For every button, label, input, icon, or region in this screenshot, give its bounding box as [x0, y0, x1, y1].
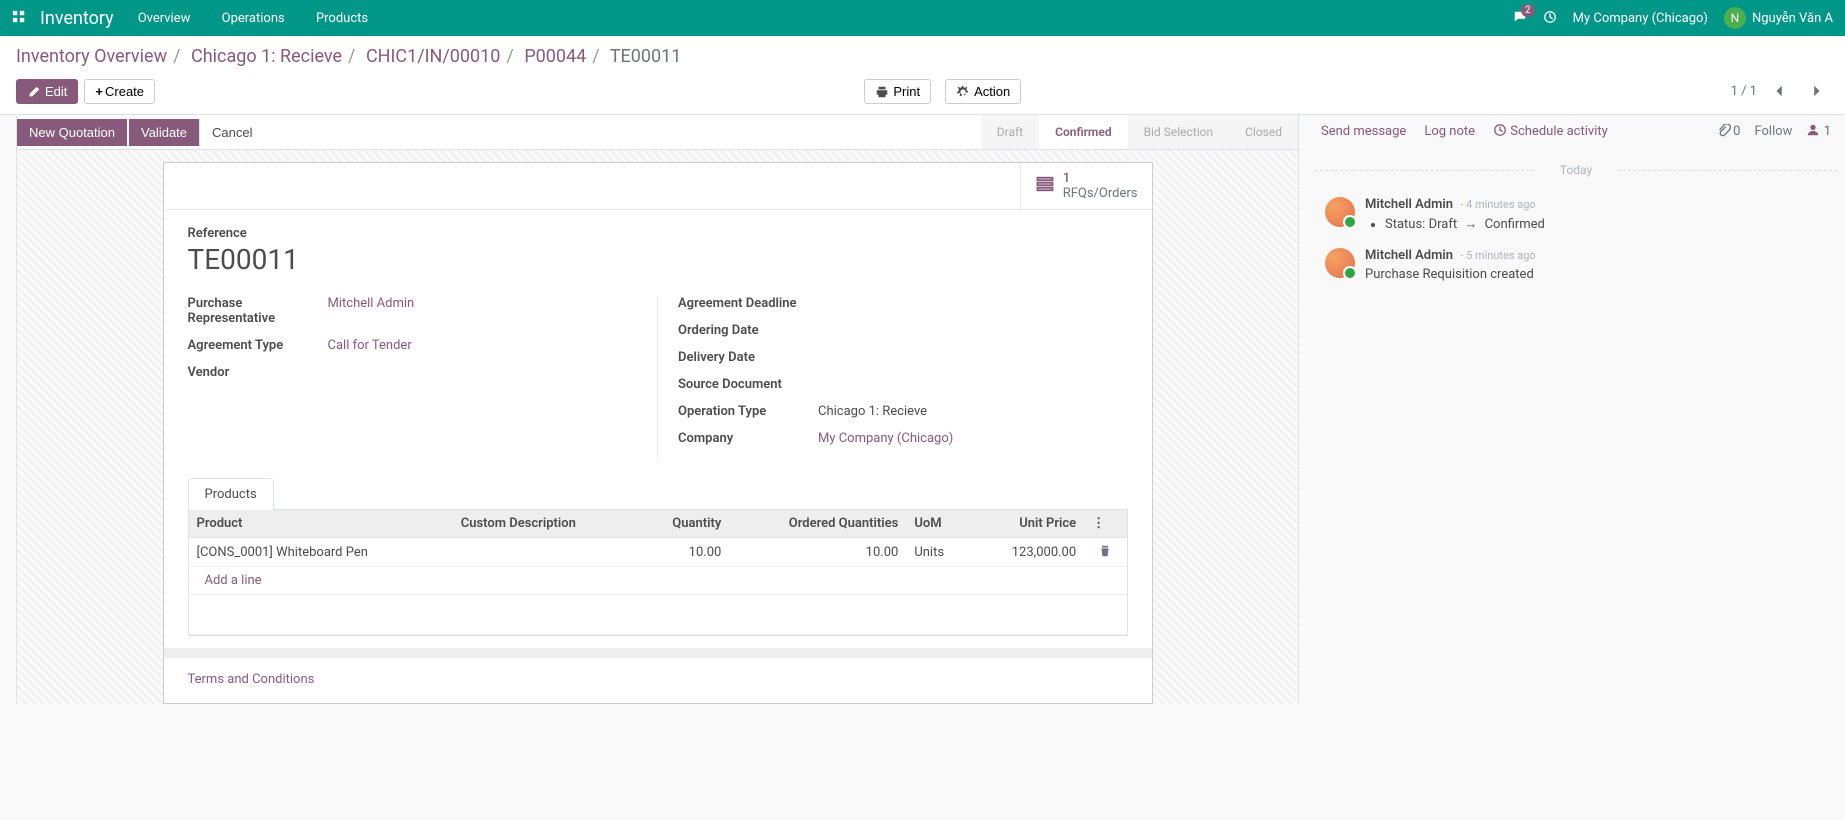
breadcrumb-item[interactable]: CHIC1/IN/00010	[366, 46, 500, 67]
edit-button[interactable]: Edit	[16, 79, 78, 104]
chatter-message: Mitchell Admin - 5 minutes ago Purchase …	[1315, 244, 1837, 294]
cell-uom: Units	[906, 538, 970, 567]
breadcrumb-current: TE00011	[610, 46, 682, 67]
cell-ordered-qty: 10.00	[729, 538, 906, 567]
chatter-date-separator: Today	[1315, 163, 1837, 177]
stage-confirmed[interactable]: Confirmed	[1039, 115, 1127, 149]
products-table: Product Custom Description Quantity Orde…	[189, 510, 1127, 635]
messaging-badge: 2	[1521, 4, 1535, 17]
breadcrumb-item[interactable]: Inventory Overview	[16, 46, 167, 67]
activity-icon[interactable]	[1543, 10, 1557, 26]
col-custom-desc: Custom Description	[453, 510, 638, 538]
col-product: Product	[189, 510, 453, 538]
stage-draft[interactable]: Draft	[981, 115, 1039, 149]
add-line-link[interactable]: Add a line	[197, 565, 270, 596]
terms-label[interactable]: Terms and Conditions	[188, 658, 1128, 687]
col-uom: UoM	[906, 510, 970, 538]
pager-text: 1 / 1	[1731, 84, 1757, 99]
chatter-message: Mitchell Admin - 4 minutes ago Status: D…	[1315, 193, 1837, 244]
cell-custom-desc	[453, 538, 638, 567]
arrow-right-icon: →	[1464, 217, 1477, 232]
tab-products[interactable]: Products	[188, 478, 274, 510]
attachment-count[interactable]: 0	[1717, 124, 1740, 139]
delete-row-icon[interactable]	[1098, 545, 1112, 560]
source-doc-label: Source Document	[678, 377, 818, 392]
stat-text: RFQs/Orders	[1063, 186, 1138, 201]
followers-count[interactable]: 1	[1806, 123, 1831, 139]
chatter: Send message Log note Schedule activity …	[1315, 115, 1845, 720]
top-navbar: Inventory Overview Operations Products 2…	[0, 0, 1845, 36]
send-message-link[interactable]: Send message	[1321, 124, 1406, 139]
table-row[interactable]: [CONS_0001] Whiteboard Pen 10.00 10.00 U…	[189, 538, 1127, 567]
message-time: - 4 minutes ago	[1460, 198, 1535, 211]
ordering-date-value	[818, 323, 1128, 338]
breadcrumb: Inventory Overview/ Chicago 1: Recieve/ …	[16, 46, 1829, 67]
vendor-label: Vendor	[188, 365, 328, 380]
company-label: Company	[678, 431, 818, 446]
message-avatar	[1325, 248, 1355, 278]
messaging-icon[interactable]: 2	[1513, 10, 1527, 26]
vendor-value	[328, 365, 638, 380]
agreement-type-value[interactable]: Call for Tender	[328, 338, 638, 353]
message-author[interactable]: Mitchell Admin	[1365, 197, 1453, 212]
new-quotation-button[interactable]: New Quotation	[17, 119, 127, 146]
breadcrumb-item[interactable]: P00044	[524, 46, 586, 67]
agreement-deadline-value	[818, 296, 1128, 311]
menu-operations[interactable]: Operations	[222, 11, 285, 26]
agreement-deadline-label: Agreement Deadline	[678, 296, 818, 311]
col-qty: Quantity	[638, 510, 730, 538]
pager-prev[interactable]	[1767, 84, 1793, 100]
pager-next[interactable]	[1803, 84, 1829, 100]
topnav-menu: Overview Operations Products	[138, 11, 396, 26]
reference-value: TE00011	[188, 243, 1128, 276]
cell-product: [CONS_0001] Whiteboard Pen	[189, 538, 453, 567]
purchase-rep-value[interactable]: Mitchell Admin	[328, 296, 638, 326]
cell-qty: 10.00	[638, 538, 730, 567]
stage-bid-selection[interactable]: Bid Selection	[1128, 115, 1230, 149]
follow-button[interactable]: Follow	[1754, 124, 1792, 139]
apps-icon[interactable]	[12, 10, 28, 26]
menu-products[interactable]: Products	[316, 11, 368, 26]
reference-label: Reference	[188, 226, 1128, 241]
user-avatar[interactable]: N	[1724, 7, 1746, 29]
col-options-icon[interactable]: ⋮	[1084, 510, 1126, 538]
list-icon	[1035, 174, 1055, 199]
cancel-button[interactable]: Cancel	[199, 119, 264, 146]
message-body: Purchase Requisition created	[1365, 267, 1827, 282]
delivery-date-value	[818, 350, 1128, 365]
log-note-link[interactable]: Log note	[1424, 124, 1475, 139]
menu-overview[interactable]: Overview	[138, 11, 191, 26]
company-value[interactable]: My Company (Chicago)	[818, 431, 1128, 446]
form-sheet: 1 RFQs/Orders Reference TE00011 Purchase…	[163, 162, 1153, 704]
operation-type-value: Chicago 1: Recieve	[818, 404, 1128, 419]
source-doc-value	[818, 377, 1128, 392]
purchase-rep-label: Purchase Representative	[188, 296, 328, 326]
col-unit-price: Unit Price	[971, 510, 1084, 538]
create-button[interactable]: +Create	[84, 79, 155, 104]
control-panel: Inventory Overview/ Chicago 1: Recieve/ …	[0, 36, 1845, 115]
breadcrumb-item[interactable]: Chicago 1: Recieve	[191, 46, 342, 67]
agreement-type-label: Agreement Type	[188, 338, 328, 353]
print-button[interactable]: Print	[864, 79, 931, 104]
stat-value: 1	[1063, 171, 1138, 186]
message-avatar	[1325, 197, 1355, 227]
ordering-date-label: Ordering Date	[678, 323, 818, 338]
statusbar: New Quotation Validate Cancel Draft Conf…	[16, 114, 1299, 150]
stage-closed[interactable]: Closed	[1229, 115, 1298, 149]
app-brand[interactable]: Inventory	[40, 8, 114, 29]
user-name[interactable]: Nguyễn Văn A	[1752, 11, 1833, 26]
company-switcher[interactable]: My Company (Chicago)	[1573, 11, 1708, 26]
operation-type-label: Operation Type	[678, 404, 818, 419]
message-author[interactable]: Mitchell Admin	[1365, 248, 1453, 263]
delivery-date-label: Delivery Date	[678, 350, 818, 365]
schedule-activity-link[interactable]: Schedule activity	[1493, 123, 1608, 139]
action-button[interactable]: Action	[945, 79, 1021, 104]
message-time: - 5 minutes ago	[1460, 249, 1535, 262]
rfq-orders-stat-button[interactable]: 1 RFQs/Orders	[1020, 163, 1152, 209]
cell-unit-price: 123,000.00	[971, 538, 1084, 567]
col-ordered-qty: Ordered Quantities	[729, 510, 906, 538]
validate-button[interactable]: Validate	[129, 119, 199, 146]
